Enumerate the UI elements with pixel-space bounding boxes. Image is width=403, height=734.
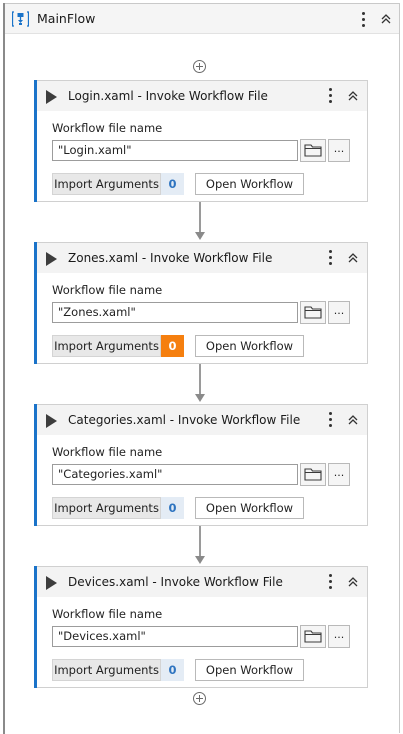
flow-connector <box>199 364 201 394</box>
flow-arrow-icon <box>195 394 205 402</box>
flow-arrow-icon <box>195 232 205 240</box>
workflow-file-name-label: Workflow file name <box>52 283 163 297</box>
card-menu-icon[interactable] <box>328 88 334 104</box>
expression-editor-button[interactable]: ... <box>328 139 350 162</box>
card-header: Categories.xaml - Invoke Workflow File <box>37 405 367 435</box>
card-title: Categories.xaml - Invoke Workflow File <box>68 413 301 427</box>
run-activity-icon[interactable] <box>46 90 57 104</box>
import-arguments-count: 0 <box>161 497 184 519</box>
import-arguments-count: 0 <box>161 659 184 681</box>
open-workflow-button[interactable]: Open Workflow <box>195 497 304 519</box>
import-arguments-count: 0 <box>161 335 184 357</box>
add-activity-bottom-icon[interactable] <box>193 692 206 705</box>
run-activity-icon[interactable] <box>46 414 57 428</box>
flow-connector <box>199 202 201 232</box>
import-arguments-button[interactable]: Import Arguments <box>52 173 161 195</box>
card-menu-icon[interactable] <box>328 250 334 266</box>
run-activity-icon[interactable] <box>46 576 57 590</box>
card-title: Zones.xaml - Invoke Workflow File <box>68 251 273 265</box>
browse-folder-button[interactable] <box>300 625 326 648</box>
card-menu-icon[interactable] <box>328 412 334 428</box>
card-header: Zones.xaml - Invoke Workflow File <box>37 243 367 273</box>
workflow-file-name-label: Workflow file name <box>52 607 163 621</box>
flow-arrow-icon <box>195 556 205 564</box>
folder-icon <box>304 630 322 643</box>
card-header: Devices.xaml - Invoke Workflow File <box>37 567 367 597</box>
card-collapse-icon[interactable] <box>347 414 359 426</box>
add-activity-top-icon[interactable] <box>193 60 206 73</box>
card-header: Login.xaml - Invoke Workflow File <box>37 81 367 111</box>
card-collapse-icon[interactable] <box>347 90 359 102</box>
invoke-workflow-card[interactable]: Devices.xaml - Invoke Workflow File Work… <box>34 566 368 688</box>
browse-folder-button[interactable] <box>300 301 326 324</box>
folder-icon <box>304 306 322 319</box>
workflow-file-name-input[interactable]: "Login.xaml" <box>52 140 298 161</box>
expression-editor-button[interactable]: ... <box>328 463 350 486</box>
open-workflow-button[interactable]: Open Workflow <box>195 173 304 195</box>
flowchart-icon <box>12 11 29 27</box>
card-title: Login.xaml - Invoke Workflow File <box>68 89 268 103</box>
flow-menu-icon[interactable] <box>361 12 367 28</box>
workflow-file-name-input[interactable]: "Zones.xaml" <box>52 302 298 323</box>
workflow-file-name-input[interactable]: "Devices.xaml" <box>52 626 298 647</box>
open-workflow-button[interactable]: Open Workflow <box>195 335 304 357</box>
workflow-file-name-label: Workflow file name <box>52 121 163 135</box>
workflow-file-name-input[interactable]: "Categories.xaml" <box>52 464 298 485</box>
open-workflow-button[interactable]: Open Workflow <box>195 659 304 681</box>
card-menu-icon[interactable] <box>328 574 334 590</box>
card-title: Devices.xaml - Invoke Workflow File <box>68 575 283 589</box>
flow-title: MainFlow <box>37 11 96 26</box>
expression-editor-button[interactable]: ... <box>328 625 350 648</box>
workflow-file-name-label: Workflow file name <box>52 445 163 459</box>
invoke-workflow-card[interactable]: Zones.xaml - Invoke Workflow File Workfl… <box>34 242 368 364</box>
import-arguments-button[interactable]: Import Arguments <box>52 659 161 681</box>
import-arguments-button[interactable]: Import Arguments <box>52 497 161 519</box>
flow-header: MainFlow <box>5 4 399 34</box>
import-arguments-count: 0 <box>161 173 184 195</box>
browse-folder-button[interactable] <box>300 139 326 162</box>
invoke-workflow-card[interactable]: Categories.xaml - Invoke Workflow File W… <box>34 404 368 526</box>
run-activity-icon[interactable] <box>46 252 57 266</box>
folder-icon <box>304 468 322 481</box>
expression-editor-button[interactable]: ... <box>328 301 350 324</box>
browse-folder-button[interactable] <box>300 463 326 486</box>
card-collapse-icon[interactable] <box>347 576 359 588</box>
flow-collapse-icon[interactable] <box>380 13 392 25</box>
folder-icon <box>304 144 322 157</box>
card-collapse-icon[interactable] <box>347 252 359 264</box>
import-arguments-button[interactable]: Import Arguments <box>52 335 161 357</box>
flow-connector <box>199 526 201 556</box>
flow-container-border <box>3 3 5 734</box>
invoke-workflow-card[interactable]: Login.xaml - Invoke Workflow File Workfl… <box>34 80 368 202</box>
